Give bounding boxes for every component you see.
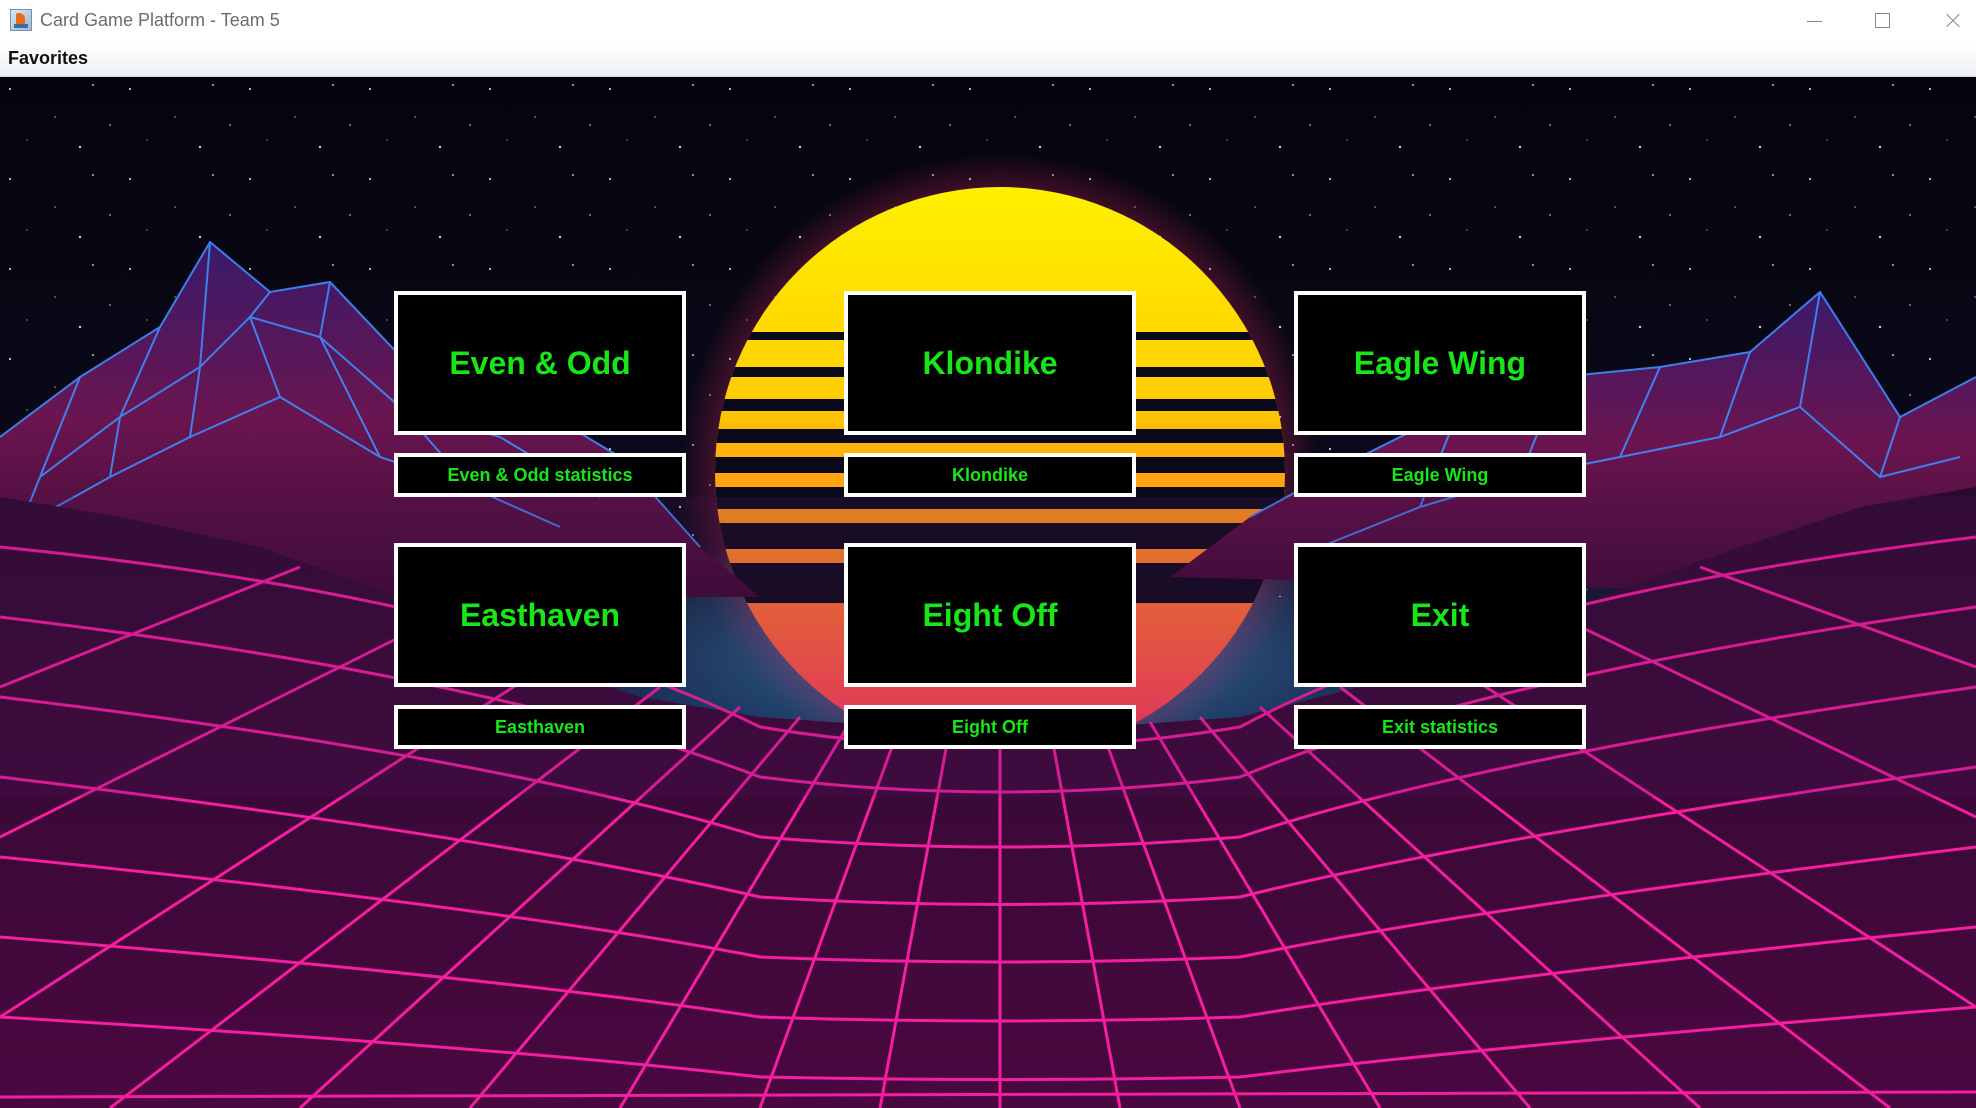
stats-button-eight-off[interactable]: Eight Off [844,705,1136,749]
stats-button-klondike[interactable]: Klondike [844,453,1136,497]
game-button-eight-off[interactable]: Eight Off [844,543,1136,687]
window-title: Card Game Platform - Team 5 [40,10,280,30]
stats-button-eagle-wing[interactable]: Eagle Wing [1294,453,1586,497]
minimize-button[interactable] [1780,0,1848,42]
exit-button[interactable]: Exit [1294,543,1586,687]
menu-bar: Favorites [0,42,1976,77]
stats-button-even-odd[interactable]: Even & Odd statistics [394,453,686,497]
game-button-eagle-wing[interactable]: Eagle Wing [1294,291,1586,435]
main-panel: Even & Odd Even & Odd statistics Klondik… [0,77,1976,1108]
stats-button-easthaven[interactable]: Easthaven [394,705,686,749]
game-button-klondike[interactable]: Klondike [844,291,1136,435]
maximize-button[interactable] [1848,0,1916,42]
app-window: Card Game Platform - Team 5 Favorites Ev… [0,0,1976,1108]
game-button-easthaven[interactable]: Easthaven [394,543,686,687]
menu-favorites[interactable]: Favorites [8,48,88,69]
title-bar[interactable]: Card Game Platform - Team 5 [0,0,1976,42]
java-cup-icon [10,9,32,31]
game-button-even-odd[interactable]: Even & Odd [394,291,686,435]
close-button[interactable] [1916,0,1976,42]
stats-button-exit[interactable]: Exit statistics [1294,705,1586,749]
